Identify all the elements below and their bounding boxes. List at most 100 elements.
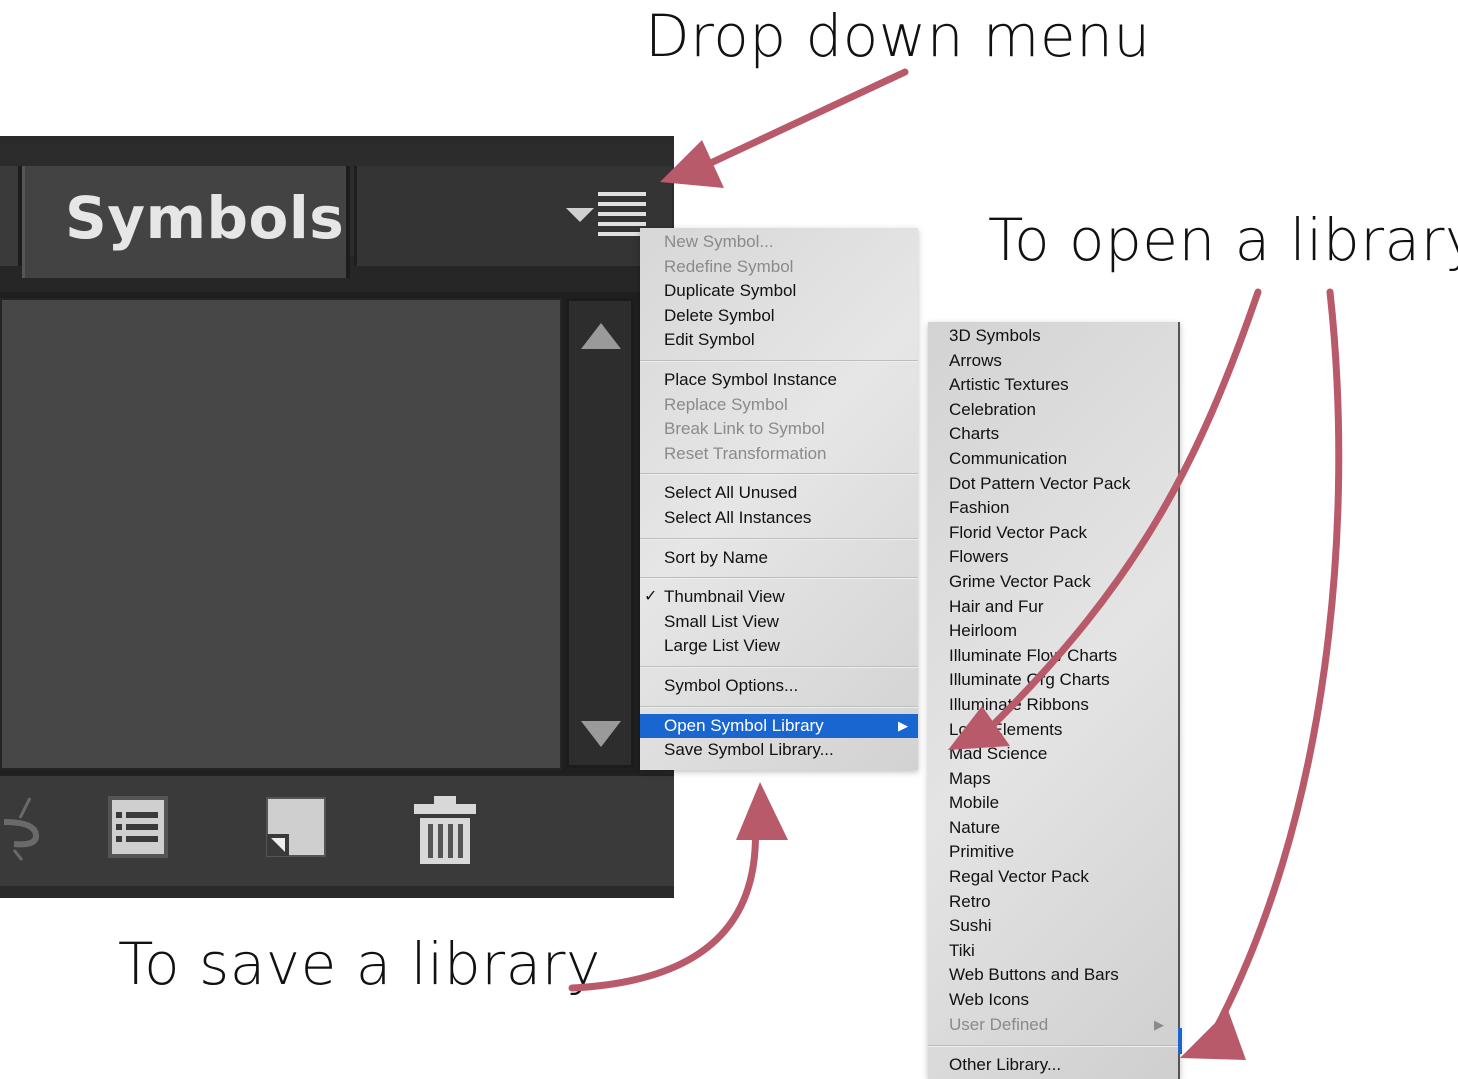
menu-item-replace-symbol: Replace Symbol: [640, 393, 918, 418]
library-item[interactable]: Communication: [928, 447, 1178, 472]
menu-item-label: Replace Symbol: [664, 394, 788, 414]
library-item[interactable]: Florid Vector Pack: [928, 521, 1178, 546]
submenu-arrow-icon: ▶: [898, 717, 908, 733]
menu-separator: [640, 665, 918, 668]
library-item[interactable]: Arrows: [928, 349, 1178, 374]
library-item-other-library[interactable]: Other Library...: [928, 1053, 1178, 1078]
library-item[interactable]: Retro: [928, 890, 1178, 915]
menu-item-label: Select All Unused: [664, 483, 798, 503]
menu-item-sort-by-name[interactable]: Sort by Name: [640, 546, 918, 571]
menu-item-label: Reset Transformation: [664, 443, 827, 463]
tab-symbols[interactable]: Symbols: [22, 166, 350, 278]
menu-item-label: Place Symbol Instance: [664, 369, 837, 389]
menu-item-place-symbol-instance[interactable]: Place Symbol Instance: [640, 368, 918, 393]
submenu-arrow-icon: ▶: [1154, 1016, 1164, 1032]
menu-item-duplicate-symbol[interactable]: Duplicate Symbol: [640, 279, 918, 304]
menu-separator: [640, 577, 918, 580]
checkmark-icon: ✓: [644, 588, 658, 606]
submenu-highlight-edge: [1178, 1028, 1182, 1054]
menu-item-edit-symbol[interactable]: Edit Symbol: [640, 328, 918, 353]
tab-previous[interactable]: [0, 166, 22, 266]
menu-item-label: Save Symbol Library...: [664, 740, 834, 760]
menu-item-label: Large List View: [664, 636, 780, 656]
library-item-user-defined: User Defined ▶: [928, 1013, 1178, 1038]
menu-item-label: Open Symbol Library: [664, 715, 824, 735]
symbols-list-area[interactable]: [0, 298, 562, 770]
menu-item-small-list-view[interactable]: Small List View: [640, 610, 918, 635]
annotation-save-library: To save a library: [118, 930, 601, 998]
menu-item-label: Delete Symbol: [664, 305, 775, 325]
library-item[interactable]: Sushi: [928, 914, 1178, 939]
symbols-panel: Symbols: [0, 136, 674, 898]
menu-item-open-symbol-library[interactable]: Open Symbol Library ▶: [640, 713, 918, 739]
menu-item-label: Duplicate Symbol: [664, 281, 797, 301]
library-item[interactable]: Nature: [928, 816, 1178, 841]
menu-item-label: Symbol Options...: [664, 675, 799, 695]
menu-item-new-symbol: New Symbol...: [640, 230, 918, 255]
new-symbol-icon[interactable]: [265, 796, 327, 860]
panel-body: [0, 292, 640, 774]
scroll-up-arrow-icon[interactable]: [581, 323, 621, 349]
menu-item-delete-symbol[interactable]: Delete Symbol: [640, 304, 918, 329]
library-item[interactable]: Primitive: [928, 840, 1178, 865]
menu-separator: [640, 705, 918, 708]
scrollbar[interactable]: [566, 298, 634, 768]
library-item[interactable]: Logo Elements: [928, 718, 1178, 743]
library-item[interactable]: Regal Vector Pack: [928, 865, 1178, 890]
menu-item-thumbnail-view[interactable]: ✓ Thumbnail View: [640, 585, 918, 610]
panel-footer-toolbar: [0, 774, 674, 898]
symbol-library-submenu: 3D Symbols Arrows Artistic Textures Celebra…: [928, 322, 1180, 1079]
chevron-down-icon: [566, 208, 594, 222]
panel-menu-button[interactable]: [560, 192, 650, 240]
library-item[interactable]: Mobile: [928, 791, 1178, 816]
menu-item-label: Sort by Name: [664, 547, 768, 567]
menu-item-label: Small List View: [664, 611, 779, 631]
arrow-to-dropdown: [696, 68, 909, 172]
library-item[interactable]: Hair and Fur: [928, 595, 1178, 620]
library-item[interactable]: Tiki: [928, 939, 1178, 964]
library-item[interactable]: Mad Science: [928, 742, 1178, 767]
library-item[interactable]: Web Buttons and Bars: [928, 963, 1178, 988]
library-item[interactable]: Charts: [928, 422, 1178, 447]
library-item[interactable]: Maps: [928, 767, 1178, 792]
hamburger-menu-icon: [598, 192, 646, 238]
menu-item-label: Select All Instances: [664, 507, 812, 527]
menu-item-label: Redefine Symbol: [664, 256, 794, 276]
panel-flyout-menu: New Symbol... Redefine Symbol Duplicate Sy…: [640, 228, 918, 770]
trash-icon[interactable]: [410, 794, 480, 866]
menu-item-select-all-unused[interactable]: Select All Unused: [640, 481, 918, 506]
library-item[interactable]: Grime Vector Pack: [928, 570, 1178, 595]
annotation-dropdown: Drop down menu: [645, 2, 1151, 70]
library-item[interactable]: Fashion: [928, 496, 1178, 521]
library-item[interactable]: Web Icons: [928, 988, 1178, 1013]
menu-separator: [640, 359, 918, 362]
library-item[interactable]: Artistic Textures: [928, 373, 1178, 398]
menu-item-select-all-instances[interactable]: Select All Instances: [640, 506, 918, 531]
menu-item-label: Break Link to Symbol: [664, 419, 825, 439]
menu-item-reset-transformation: Reset Transformation: [640, 442, 918, 467]
arrow-to-other-library: [1206, 288, 1343, 1044]
menu-item-redefine-symbol: Redefine Symbol: [640, 255, 918, 280]
symbol-options-icon[interactable]: [108, 796, 168, 858]
annotation-open-library: To open a library: [988, 206, 1458, 274]
menu-item-label: Thumbnail View: [664, 587, 785, 607]
menu-separator: [928, 1045, 1178, 1048]
library-item[interactable]: Heirloom: [928, 619, 1178, 644]
library-item[interactable]: 3D Symbols: [928, 324, 1178, 349]
scroll-down-arrow-icon[interactable]: [581, 721, 621, 747]
library-item[interactable]: Illuminate Flow Charts: [928, 644, 1178, 669]
library-item[interactable]: Illuminate Ribbons: [928, 693, 1178, 718]
menu-item-large-list-view[interactable]: Large List View: [640, 634, 918, 659]
menu-separator: [640, 537, 918, 540]
break-link-icon[interactable]: [0, 792, 42, 862]
library-item[interactable]: Illuminate Org Charts: [928, 668, 1178, 693]
menu-item-label: New Symbol...: [664, 232, 774, 251]
library-item[interactable]: Dot Pattern Vector Pack: [928, 472, 1178, 497]
library-item[interactable]: Flowers: [928, 545, 1178, 570]
arrowhead-save-library: [736, 782, 788, 840]
menu-item-label: Edit Symbol: [664, 330, 755, 350]
library-item[interactable]: Celebration: [928, 398, 1178, 423]
menu-item-label: User Defined: [949, 1014, 1049, 1034]
menu-item-save-symbol-library[interactable]: Save Symbol Library...: [640, 738, 918, 763]
menu-item-symbol-options[interactable]: Symbol Options...: [640, 674, 918, 699]
